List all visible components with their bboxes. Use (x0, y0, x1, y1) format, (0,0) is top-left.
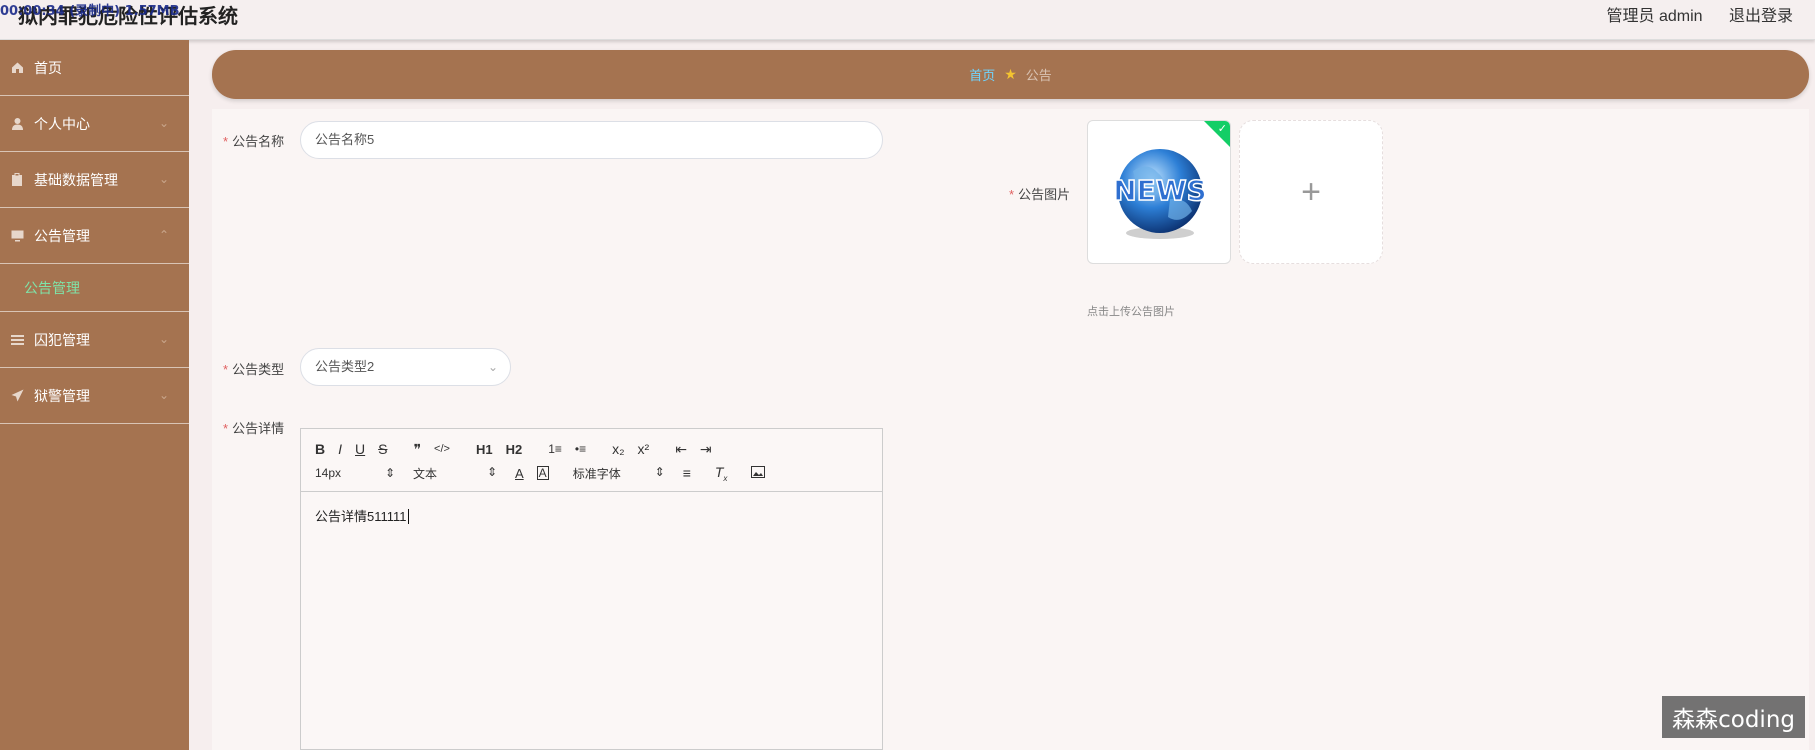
chevron-down-icon: ⌄ (487, 360, 498, 374)
blockquote-button[interactable]: ❞ (413, 441, 421, 458)
chevron-down-icon: ⌄ (158, 116, 169, 130)
admin-user-label[interactable]: 管理员 admin (1607, 8, 1703, 25)
chevron-up-icon: ⌃ (158, 228, 169, 242)
home-icon (10, 61, 24, 75)
updown-icon: ⇕ (486, 464, 497, 479)
sidebar: 首页 个人中心 ⌄ 基础数据管理 ⌄ 公告管理 ⌃ 公告管理 囚犯管理 ⌄ 狱警… (0, 40, 189, 750)
chevron-down-icon: ⌄ (158, 332, 169, 346)
code-block-button[interactable]: </> (434, 443, 450, 455)
notice-detail-label: * 公告详情 (223, 421, 285, 436)
breadcrumb: 首页 ★ 公告 (212, 50, 1809, 99)
font-color-icon[interactable]: A (515, 466, 524, 481)
font-family-picker[interactable]: 标准字体 ⇕ (573, 465, 665, 482)
chevron-down-icon: ⌄ (158, 172, 169, 186)
notice-image-thumbnail[interactable]: NEWS ✓ (1087, 120, 1231, 264)
monitor-icon (10, 229, 24, 243)
top-right-actions: 管理员 admin 退出登录 (1607, 2, 1815, 26)
list-icon (10, 333, 24, 347)
italic-button[interactable]: I (338, 441, 342, 457)
updown-icon: ⇕ (654, 464, 665, 479)
heading2-button[interactable]: H2 (506, 442, 523, 457)
clipboard-icon (10, 173, 24, 187)
top-bar: 狱内罪犯危险性评估系统 00:00:34 (录制中) 1.57MB 管理员 ad… (0, 0, 1815, 40)
superscript-button[interactable]: x² (638, 441, 650, 457)
ordered-list-button[interactable]: 1≡ (548, 442, 562, 456)
bold-button[interactable]: B (315, 441, 325, 457)
notice-image-label: * 公告图片 (1009, 187, 1071, 202)
image-upload-hint: 点击上传公告图片 (1087, 306, 1175, 318)
notice-type-label: * 公告类型 (223, 362, 285, 377)
sidebar-item-label: 狱警管理 (34, 387, 90, 404)
editor-toolbar: B I U S ❞ </> H1 H2 1≡ •≡ x₂ x² ⇤ ⇥ 14px… (301, 429, 882, 492)
sidebar-item-label: 首页 (34, 59, 62, 76)
updown-icon: ⇕ (384, 466, 395, 480)
watermark: 森森coding (1662, 696, 1805, 738)
sidebar-item-guard[interactable]: 狱警管理 ⌄ (0, 368, 189, 424)
bullet-list-button[interactable]: •≡ (575, 442, 586, 456)
sidebar-item-profile[interactable]: 个人中心 ⌄ (0, 96, 189, 152)
sidebar-item-home[interactable]: 首页 (0, 40, 189, 96)
clear-format-icon[interactable]: Tx (715, 464, 728, 483)
rich-text-editor: B I U S ❞ </> H1 H2 1≡ •≡ x₂ x² ⇤ ⇥ 14px… (300, 428, 883, 750)
notice-name-label: * 公告名称 (223, 134, 285, 149)
indent-button[interactable]: ⇥ (700, 441, 712, 458)
editor-content[interactable]: 公告详情511111 (301, 492, 882, 539)
text-style-picker[interactable]: 文本 ⇕ (413, 465, 497, 482)
sidebar-item-label: 个人中心 (34, 115, 90, 132)
image-icon[interactable] (751, 465, 766, 481)
star-icon: ★ (1004, 66, 1017, 82)
underline-button[interactable]: U (355, 441, 365, 457)
breadcrumb-home[interactable]: 首页 (969, 65, 995, 84)
notice-name-input[interactable]: 公告名称5 (300, 121, 883, 159)
send-icon (10, 389, 24, 403)
plus-icon: + (1301, 172, 1321, 211)
strikethrough-button[interactable]: S (378, 441, 387, 457)
notice-type-value: 公告类型2 (315, 359, 375, 374)
recording-overlay: 00:00:34 (录制中) 1.57MB (0, 4, 180, 19)
sidebar-item-label: 囚犯管理 (34, 331, 90, 348)
outdent-button[interactable]: ⇤ (675, 441, 687, 458)
sidebar-item-prisoner[interactable]: 囚犯管理 ⌄ (0, 312, 189, 368)
image-upload-button[interactable]: + (1239, 120, 1383, 264)
sidebar-item-basic-data[interactable]: 基础数据管理 ⌄ (0, 152, 189, 208)
heading1-button[interactable]: H1 (476, 442, 493, 457)
logout-button[interactable]: 退出登录 (1729, 8, 1793, 25)
sidebar-item-label: 公告管理 (34, 227, 90, 244)
align-left-icon[interactable]: ≡ (683, 465, 691, 481)
font-size-picker[interactable]: 14px ⇕ (315, 466, 395, 480)
sidebar-item-label: 基础数据管理 (34, 171, 118, 188)
background-color-icon[interactable]: A (536, 466, 549, 480)
notice-type-select[interactable]: 公告类型2 ⌄ (300, 348, 511, 386)
chevron-down-icon: ⌄ (158, 388, 169, 402)
sidebar-subitem-notice-manage[interactable]: 公告管理 (0, 264, 189, 312)
check-icon: ✓ (1217, 123, 1227, 135)
user-icon (10, 117, 24, 131)
sidebar-item-notice[interactable]: 公告管理 ⌃ (0, 208, 189, 264)
subscript-button[interactable]: x₂ (612, 441, 624, 457)
svg-text:NEWS: NEWS (1113, 174, 1207, 207)
breadcrumb-current: 公告 (1025, 68, 1052, 83)
